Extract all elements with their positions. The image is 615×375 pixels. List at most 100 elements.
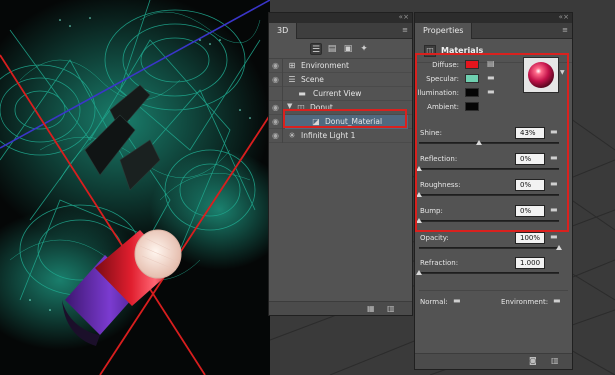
properties-panel: « × Properties ≡ ◫ Materials Diffuse: ▤ …: [414, 12, 573, 370]
texture-loaded-icon[interactable]: ▤: [487, 59, 495, 68]
visibility-eye-icon[interactable]: ◉: [269, 73, 283, 87]
tree-item-infinite-light[interactable]: ◉ ✳ Infinite Light 1: [269, 129, 412, 143]
scene-filter-icon[interactable]: ☰: [310, 43, 322, 55]
roughness-slider-thumb[interactable]: [416, 192, 422, 197]
render-icon[interactable]: ◙: [529, 356, 537, 365]
folder-icon[interactable]: ▬: [550, 232, 558, 241]
shine-slider-thumb[interactable]: [476, 140, 483, 145]
tree-item-label: Donut: [310, 103, 333, 112]
mesh-filter-icon[interactable]: ▤: [326, 43, 338, 55]
material-icon: ◪: [312, 117, 320, 126]
environment-icon: ⊞: [288, 61, 296, 70]
refraction-value-field[interactable]: 1.000: [515, 257, 545, 269]
panel-footer: ▦ ▥: [269, 301, 412, 315]
tab-3d[interactable]: 3D: [269, 23, 298, 39]
shine-slider-track[interactable]: [419, 142, 559, 144]
bump-value-field[interactable]: 0%: [515, 205, 545, 217]
chevron-down-icon[interactable]: ▼: [560, 69, 565, 76]
opacity-slider-track[interactable]: [419, 247, 559, 249]
visibility-eye-icon[interactable]: ◉: [269, 115, 283, 129]
tree-item-label: Current View: [313, 89, 362, 98]
refraction-slider-thumb[interactable]: [416, 270, 422, 275]
tree-item-label: Scene: [301, 75, 324, 84]
panel-tabbar: Properties ≡: [415, 23, 572, 39]
folder-icon[interactable]: ▬: [487, 73, 495, 82]
roughness-value-field[interactable]: 0%: [515, 179, 545, 191]
shine-label: Shine:: [420, 129, 442, 137]
bump-slider-track[interactable]: [419, 220, 559, 222]
opacity-label: Opacity:: [420, 234, 449, 242]
tree-item-current-view[interactable]: ▬ Current View: [269, 87, 412, 101]
delete-icon[interactable]: ▥: [551, 356, 559, 365]
tree-item-label: Environment: [301, 61, 349, 70]
shine-value-field[interactable]: 43%: [515, 127, 545, 139]
folder-icon[interactable]: ▬: [550, 205, 558, 214]
panel-topbar: « ×: [415, 13, 572, 23]
collapse-icon[interactable]: « ×: [399, 13, 409, 21]
reflection-slider-track[interactable]: [419, 168, 559, 170]
bump-label: Bump:: [420, 207, 443, 215]
illumination-swatch[interactable]: [465, 88, 479, 97]
collapse-icon[interactable]: « ×: [559, 13, 569, 21]
3d-filter-toolbar: ☰ ▤ ▣ ✦: [269, 39, 412, 59]
tree-empty-area: [269, 143, 412, 285]
refraction-label: Refraction:: [420, 259, 459, 267]
folder-icon[interactable]: ▬: [487, 87, 495, 96]
panel-footer: ◙ ▥: [415, 353, 572, 369]
camera-icon: ▬: [298, 89, 306, 98]
expand-triangle-icon[interactable]: ▼: [287, 102, 292, 110]
add-light-icon[interactable]: ▦: [367, 304, 375, 313]
ambient-swatch[interactable]: [465, 102, 479, 111]
roughness-label: Roughness:: [420, 181, 461, 189]
tree-item-scene[interactable]: ◉ ☰ Scene: [269, 73, 412, 87]
materials-icon: ◫: [424, 45, 436, 57]
panel-menu-icon[interactable]: ≡: [562, 26, 568, 34]
delete-icon[interactable]: ▥: [387, 304, 395, 313]
3d-viewport[interactable]: [0, 0, 270, 375]
panel-tabbar: 3D ≡: [269, 23, 412, 39]
illumination-label: Illumination:: [415, 89, 459, 97]
tree-item-label: Infinite Light 1: [301, 131, 356, 140]
reflection-label: Reflection:: [420, 155, 458, 163]
section-title: Materials: [441, 46, 484, 55]
folder-icon[interactable]: ▬: [453, 296, 461, 305]
panel-topbar: « ×: [269, 13, 412, 23]
scene-tree: ◉ ⊞ Environment ◉ ☰ Scene ▬ Current View…: [269, 59, 412, 285]
infinite-light-icon: ✳: [288, 131, 296, 140]
refraction-slider-track[interactable]: [419, 272, 559, 274]
visibility-eye-icon: [269, 87, 283, 101]
opacity-value-field[interactable]: 100%: [515, 232, 545, 244]
3d-panel: « × 3D ≡ ☰ ▤ ▣ ✦ ◉ ⊞ Environment ◉ ☰ Sce…: [268, 12, 413, 316]
tree-item-donut[interactable]: ◉ ▼ ◫ Donut: [269, 101, 412, 115]
diffuse-swatch[interactable]: [465, 60, 479, 69]
roughness-slider-track[interactable]: [419, 194, 559, 196]
specular-label: Specular:: [426, 75, 459, 83]
folder-icon[interactable]: ▬: [550, 179, 558, 188]
scene-icon: ☰: [288, 75, 296, 84]
diffuse-label: Diffuse:: [432, 61, 459, 69]
mesh-icon: ◫: [297, 103, 305, 112]
opacity-slider-thumb[interactable]: [556, 245, 562, 250]
folder-icon[interactable]: ▬: [550, 127, 558, 136]
reflection-value-field[interactable]: 0%: [515, 153, 545, 165]
folder-icon[interactable]: ▬: [550, 153, 558, 162]
visibility-eye-icon[interactable]: ◉: [269, 129, 283, 143]
tree-item-label: Donut_Material: [325, 117, 383, 126]
tab-properties[interactable]: Properties: [415, 23, 473, 39]
divider: [419, 290, 568, 291]
bump-slider-thumb[interactable]: [416, 218, 422, 223]
visibility-eye-icon[interactable]: ◉: [269, 101, 283, 115]
panel-menu-icon[interactable]: ≡: [402, 26, 408, 34]
ambient-label: Ambient:: [427, 103, 459, 111]
material-preview[interactable]: [523, 57, 559, 93]
folder-icon[interactable]: ▬: [553, 296, 561, 305]
reflection-slider-thumb[interactable]: [416, 166, 422, 171]
material-filter-icon[interactable]: ▣: [342, 43, 354, 55]
normal-label: Normal:: [420, 298, 448, 306]
specular-swatch[interactable]: [465, 74, 479, 83]
environment-label: Environment:: [501, 298, 549, 306]
light-filter-icon[interactable]: ✦: [358, 43, 370, 55]
visibility-eye-icon[interactable]: ◉: [269, 59, 283, 73]
tree-item-environment[interactable]: ◉ ⊞ Environment: [269, 59, 412, 73]
tree-item-donut-material[interactable]: ◉ ◪ Donut_Material: [269, 115, 412, 129]
